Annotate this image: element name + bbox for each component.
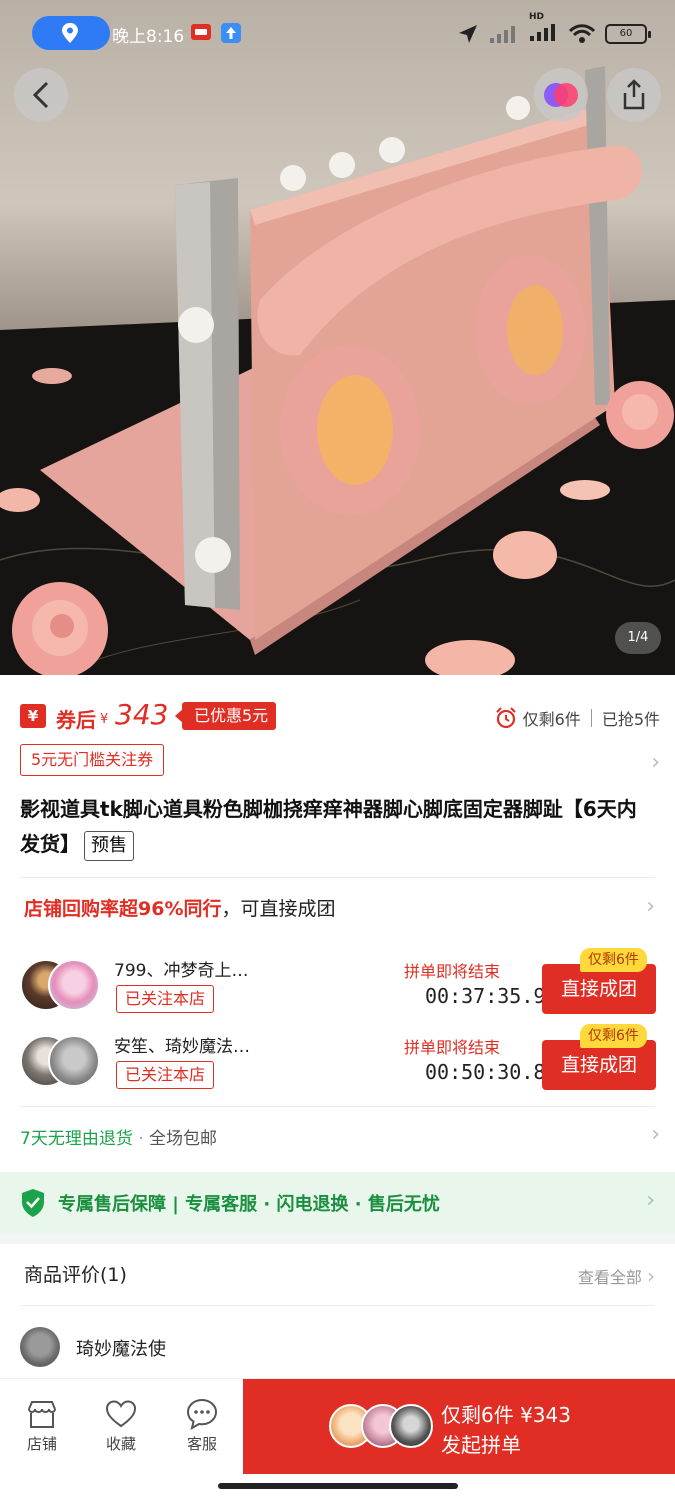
location-pill <box>32 16 110 50</box>
group-countdown: 00:37:35.9 <box>425 984 546 1008</box>
group-avatars <box>20 1035 104 1087</box>
app-notification-icon <box>191 24 211 40</box>
store-label: 店铺 <box>26 1435 57 1453</box>
shield-check-icon <box>22 1189 44 1217</box>
hd-label: HD <box>529 12 545 22</box>
service-separator: · <box>138 1129 144 1149</box>
sold-count: 已抢5件 <box>601 710 660 729</box>
chevron-right-icon: › <box>647 1264 655 1288</box>
share-icon <box>623 79 645 110</box>
price-currency: ¥ <box>100 712 109 727</box>
battery-icon: 60 <box>605 23 651 44</box>
brand-badge-button[interactable] <box>534 68 588 122</box>
product-title: 影视道具tk脚心道具粉色脚枷挠痒痒神器脚心脚底固定器脚趾【6天内发货】 预售 <box>20 792 650 862</box>
guarantee-text: 专属售后保障 | 专属客服 · 闪电退换 · 售后无忧 <box>58 1194 440 1215</box>
back-button[interactable] <box>14 68 68 122</box>
group-ending-label: 拼单即将结束 <box>404 1038 501 1057</box>
chevron-right-icon: › <box>651 750 660 775</box>
repurchase-banner[interactable]: 店铺回购率超96%同行，可直接成团 <box>24 894 336 921</box>
repurchase-suffix: ，可直接成团 <box>221 898 336 920</box>
wifi-icon <box>569 23 595 43</box>
discount-tag: 已优惠5元 <box>174 702 277 730</box>
divider <box>20 877 655 878</box>
view-all-reviews-link[interactable]: 查看全部 › <box>578 1264 655 1288</box>
view-all-label: 查看全部 <box>577 1268 642 1287</box>
avatar <box>48 1035 100 1087</box>
section-gap <box>0 1234 675 1244</box>
follow-coupon[interactable]: 5元无门槛关注券 <box>20 744 165 776</box>
chat-bubble-icon <box>186 1398 218 1430</box>
alarm-clock-icon <box>495 707 516 729</box>
start-group-buy-button[interactable]: 仅剩6件 ¥343 发起拼单 <box>243 1379 675 1474</box>
image-page-indicator: 1/4 <box>615 622 661 654</box>
chevron-right-icon: › <box>646 894 655 919</box>
divider <box>20 1305 655 1306</box>
group-ending-label: 拼单即将结束 <box>404 962 501 981</box>
share-button[interactable] <box>607 68 661 122</box>
signal-strong-icon: HD <box>529 12 559 45</box>
bottom-action-bar: 店铺 收藏 客服 仅剩6件 ¥343 发起拼单 <box>0 1378 675 1500</box>
group-row[interactable]: 799、冲梦奇上… 已关注本店 拼单即将结束 00:37:35.9 直接成团 仅… <box>20 948 660 1016</box>
followed-store-tag: 已关注本店 <box>116 1061 215 1089</box>
stock-left: 仅剩6件 <box>522 710 581 729</box>
heart-icon <box>105 1400 137 1428</box>
chevron-right-icon: › <box>651 1122 660 1147</box>
group-leader-name: 安笙、琦妙魔法… <box>114 1037 250 1057</box>
stock-info: 仅剩6件 已抢5件 <box>495 706 660 730</box>
group-leader-name: 799、冲梦奇上… <box>114 961 249 981</box>
status-bar: 晚上8:16 HD 60 <box>0 0 675 66</box>
price-prefix: 券后 <box>56 708 96 732</box>
divider <box>20 1106 655 1107</box>
status-right: HD 60 <box>457 12 651 45</box>
avatar <box>389 1404 433 1448</box>
service-row[interactable]: 7天无理由退货 · 全场包邮 › <box>20 1122 660 1158</box>
upload-notification-icon <box>221 23 241 43</box>
brand-badge-icon <box>544 83 578 107</box>
returns-policy: 7天无理由退货 <box>20 1129 133 1149</box>
navigation-arrow-icon <box>459 24 477 43</box>
signal-weak-icon <box>490 25 515 43</box>
followed-store-tag: 已关注本店 <box>116 985 215 1013</box>
customer-service-label: 客服 <box>186 1435 217 1453</box>
reviews-title: 商品评价(1) <box>24 1264 127 1286</box>
location-pin-icon <box>62 23 78 43</box>
group-avatars <box>20 959 104 1011</box>
back-icon <box>32 81 49 109</box>
coupon-badge: ¥ <box>20 704 46 728</box>
stock-divider <box>590 709 592 727</box>
price-row: ¥ 券后 ¥ 343 已优惠5元 仅剩6件 已抢5件 <box>20 698 660 734</box>
cta-label: 发起拼单 <box>441 1433 521 1457</box>
repurchase-highlight: 店铺回购率超96%同行 <box>24 898 222 920</box>
customer-service-tab[interactable]: 客服 <box>172 1397 232 1454</box>
status-time: 晚上8:16 <box>112 27 185 47</box>
free-shipping: 全场包邮 <box>149 1129 218 1149</box>
group-row[interactable]: 安笙、琦妙魔法… 已关注本店 拼单即将结束 00:50:30.8 直接成团 仅剩… <box>20 1024 660 1092</box>
presale-tag: 预售 <box>84 831 134 861</box>
price-value: 343 <box>115 698 169 731</box>
store-icon <box>28 1401 56 1428</box>
reviewer-avatar <box>20 1327 60 1367</box>
group-countdown: 00:50:30.8 <box>425 1060 546 1084</box>
after-sales-guarantee[interactable]: 专属售后保障 | 专属客服 · 闪电退换 · 售后无忧 › <box>0 1172 675 1234</box>
store-tab[interactable]: 店铺 <box>12 1397 72 1454</box>
review-item[interactable]: 琦妙魔法使 <box>20 1325 660 1367</box>
product-image[interactable]: 晚上8:16 HD 60 1/4 <box>0 0 675 675</box>
favorite-tab[interactable]: 收藏 <box>91 1397 151 1454</box>
home-indicator[interactable] <box>218 1483 458 1489</box>
favorite-label: 收藏 <box>105 1435 136 1453</box>
reviewer-name: 琦妙魔法使 <box>76 1339 166 1360</box>
chevron-right-icon: › <box>646 1188 655 1213</box>
coupon-row[interactable]: 5元无门槛关注券 › <box>20 744 660 778</box>
avatar <box>48 959 100 1011</box>
remaining-stock-tag: 仅剩6件 <box>580 1024 647 1048</box>
cta-stock-price: 仅剩6件 ¥343 <box>441 1403 571 1427</box>
remaining-stock-tag: 仅剩6件 <box>580 948 647 972</box>
